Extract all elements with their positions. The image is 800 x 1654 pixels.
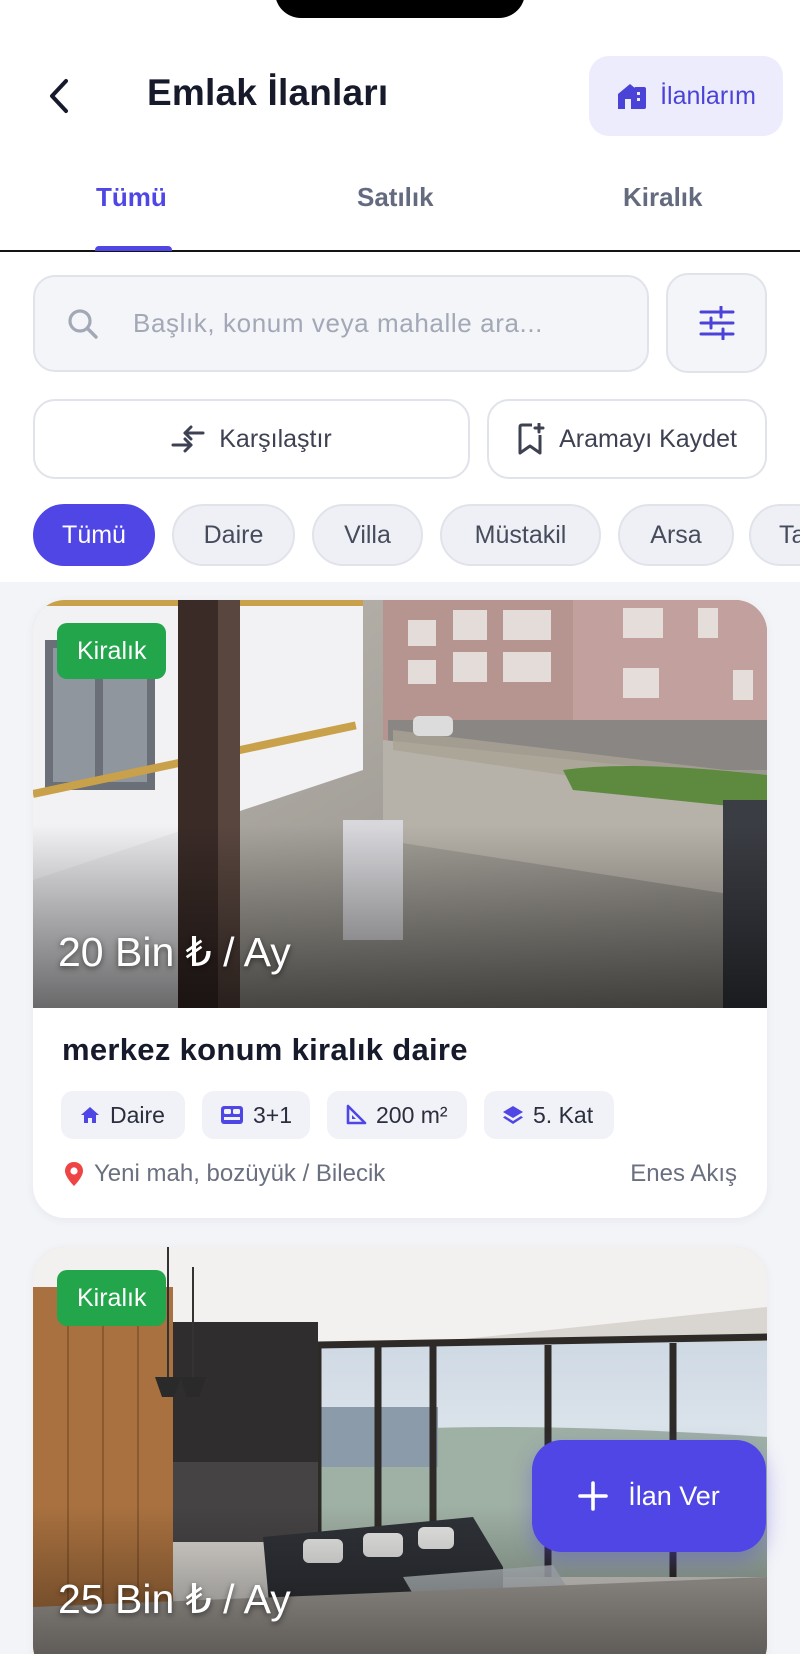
listing-price: 25 Bin ₺ / Ay (58, 1576, 291, 1622)
building-icon (618, 84, 647, 109)
chip-apartment[interactable]: Daire (172, 504, 295, 566)
chip-all[interactable]: Tümü (33, 504, 155, 566)
save-search-button[interactable]: Aramayı Kaydet (487, 399, 767, 479)
sliders-icon (699, 306, 734, 340)
page-title: Emlak İlanları (147, 72, 389, 113)
spec-area: 200 m² (327, 1091, 467, 1139)
bookmark-plus-icon (518, 423, 545, 455)
tab-all[interactable]: Tümü (96, 182, 167, 213)
create-listing-button[interactable]: İlan Ver (532, 1440, 766, 1552)
search-placeholder: Başlık, konum veya mahalle ara... (133, 308, 543, 338)
search-icon (68, 308, 98, 339)
spec-type-label: Daire (110, 1101, 165, 1128)
plus-icon (578, 1481, 609, 1511)
ruler-icon (346, 1104, 367, 1125)
back-button[interactable] (38, 70, 82, 122)
compare-label: Karşılaştır (219, 424, 332, 453)
device-notch (275, 0, 525, 18)
spec-floor-label: 5. Kat (533, 1101, 594, 1128)
tab-for-rent[interactable]: Kiralık (623, 182, 703, 213)
search-input[interactable]: Başlık, konum veya mahalle ara... (33, 275, 649, 372)
spec-rooms: 3+1 (202, 1091, 310, 1139)
chip-detached-house[interactable]: Müstakil (440, 504, 601, 566)
spec-type: Daire (61, 1091, 185, 1139)
compare-button[interactable]: Karşılaştır (33, 399, 470, 479)
listing-photo: Kiralık 20 Bin ₺ / Ay (33, 600, 767, 1008)
location-pin-icon (65, 1162, 83, 1186)
listing-status-badge: Kiralık (57, 623, 167, 679)
chip-villa[interactable]: Villa (312, 504, 423, 566)
spec-area-label: 200 m² (376, 1101, 448, 1128)
spec-rooms-label: 3+1 (253, 1101, 293, 1128)
listing-type-tabs: Tümü Satılık Kiralık (0, 160, 800, 252)
listing-location-label: Yeni mah, bozüyük / Bilecik (94, 1160, 386, 1187)
layers-icon (503, 1106, 523, 1124)
listing-price: 20 Bin ₺ / Ay (58, 929, 291, 975)
listing-card[interactable]: Kiralık 20 Bin ₺ / Ay merkez konum kiral… (33, 600, 767, 1218)
save-search-label: Aramayı Kaydet (559, 424, 737, 453)
category-filter-chips: Tümü Daire Villa Müstakil Arsa Ta (33, 504, 800, 566)
chip-land[interactable]: Arsa (618, 504, 734, 566)
tab-for-sale[interactable]: Satılık (357, 182, 434, 213)
listing-owner: Enes Akış (630, 1160, 737, 1187)
compare-arrows-icon (171, 425, 205, 453)
listing-location: Yeni mah, bozüyük / Bilecik (64, 1160, 385, 1188)
spec-floor: 5. Kat (484, 1091, 614, 1139)
listing-title: merkez konum kiralık daire (62, 1032, 468, 1067)
create-listing-label: İlan Ver (628, 1480, 720, 1511)
listing-status-badge: Kiralık (57, 1270, 167, 1326)
active-tab-indicator (95, 246, 172, 251)
filter-button[interactable] (666, 273, 767, 373)
my-listings-button[interactable]: İlanlarım (589, 56, 783, 136)
header-area: Emlak İlanları İlanlarım Tümü Satılık Ki… (0, 0, 800, 582)
chip-partial[interactable]: Ta (749, 504, 800, 566)
my-listings-label: İlanlarım (660, 81, 756, 110)
bed-icon (221, 1106, 243, 1124)
home-icon (81, 1107, 99, 1123)
chevron-left-icon (50, 79, 68, 113)
